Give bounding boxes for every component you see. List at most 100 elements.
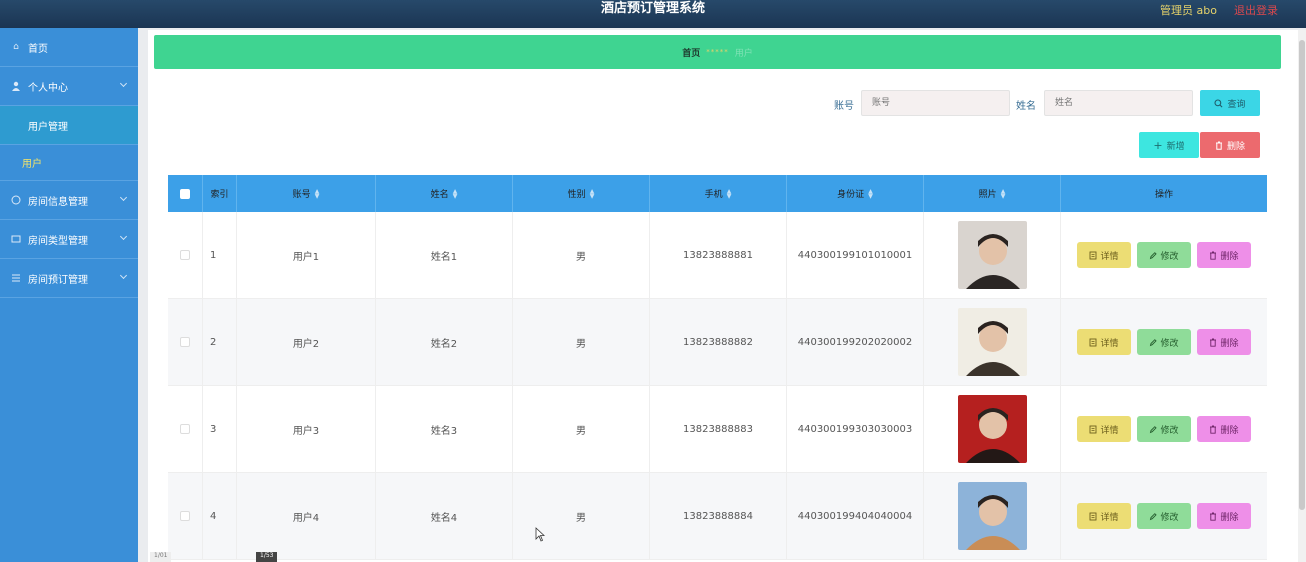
cell-name: 姓名3 — [376, 386, 513, 472]
header-photo-label: 照片 — [978, 190, 997, 200]
detail-button[interactable]: 详情 — [1077, 503, 1131, 529]
sidebar-item-user-management[interactable]: 用户管理 — [0, 106, 138, 145]
edit-button[interactable]: 修改 — [1137, 329, 1191, 355]
cell-name: 姓名1 — [376, 212, 513, 298]
chevron-down-icon — [119, 232, 128, 241]
row-checkbox[interactable] — [180, 424, 190, 434]
sidebar-item-room-type[interactable]: 房间类型管理 — [0, 220, 138, 259]
sidebar-item-home[interactable]: ⌂ 首页 — [0, 28, 138, 67]
user-photo — [957, 482, 1027, 550]
top-bar: 酒店预订管理系统 管理员 abo 退出登录 — [0, 0, 1306, 28]
cell-sex: 男 — [513, 473, 650, 559]
row-checkbox-cell — [168, 299, 203, 385]
cell-idcard: 440300199303030003 — [787, 386, 924, 472]
row-checkbox-cell — [168, 212, 203, 298]
name-search-input[interactable] — [1044, 90, 1193, 116]
delete-button[interactable]: 删除 — [1197, 242, 1251, 268]
logout-link[interactable]: 退出登录 — [1234, 2, 1278, 18]
header-photo[interactable]: 照片 ▲ ▼ — [924, 175, 1061, 212]
document-icon — [1090, 338, 1097, 346]
home-icon: ⌂ — [13, 42, 19, 52]
cell-ops: 详情 修改 删除 — [1061, 299, 1267, 385]
trash-icon — [1210, 251, 1217, 260]
cell-idcard: 440300199404040004 — [787, 473, 924, 559]
user-photo — [957, 221, 1027, 289]
header-account-label: 账号 — [292, 190, 311, 200]
detail-button[interactable]: 详情 — [1077, 416, 1131, 442]
detail-button[interactable]: 详情 — [1077, 242, 1131, 268]
cell-account: 用户1 — [237, 212, 376, 298]
header-phone[interactable]: 手机 ▲ ▼ — [650, 175, 787, 212]
sort-icon: ▲ ▼ — [314, 187, 320, 200]
cell-account: 用户2 — [237, 299, 376, 385]
edit-button[interactable]: 修改 — [1137, 416, 1191, 442]
add-button[interactable]: + 新增 — [1139, 132, 1199, 158]
document-icon — [1090, 425, 1097, 433]
cell-sex: 男 — [513, 299, 650, 385]
header-account[interactable]: 账号 ▲ ▼ — [237, 175, 376, 212]
name-search-label: 姓名 — [1016, 101, 1036, 112]
breadcrumb: 首页 ***** 用户 — [154, 35, 1281, 69]
sidebar-item-room-booking[interactable]: 房间预订管理 — [0, 259, 138, 298]
chevron-down-icon — [119, 193, 128, 202]
sidebar-item-label: 用户 — [22, 159, 42, 170]
detail-button[interactable]: 详情 — [1077, 329, 1131, 355]
sidebar-item-personal-center[interactable]: 个人中心 — [0, 67, 138, 106]
select-all-cell — [168, 175, 203, 212]
cell-phone: 13823888881 — [650, 212, 787, 298]
header-index: 索引 — [203, 175, 237, 212]
header-name-label: 姓名 — [430, 190, 449, 200]
chevron-down-icon — [119, 271, 128, 280]
table-row: 1 用户1 姓名1 男 13823888881 4403001991010100… — [168, 212, 1267, 299]
detail-button-label: 详情 — [1100, 338, 1119, 349]
sidebar-item-users[interactable]: 用户 — [0, 145, 138, 181]
delete-button-label: 删除 — [1220, 338, 1239, 349]
query-button[interactable]: 查询 — [1200, 90, 1260, 116]
query-button-label: 查询 — [1227, 99, 1246, 110]
edit-button[interactable]: 修改 — [1137, 503, 1191, 529]
sort-icon: ▲ ▼ — [589, 187, 595, 200]
table-row: 4 用户4 姓名4 男 13823888884 4403001994040400… — [168, 473, 1267, 560]
header-phone-label: 手机 — [704, 190, 723, 200]
chevron-down-icon — [119, 79, 128, 88]
cell-photo — [924, 386, 1061, 472]
cell-name: 姓名2 — [376, 299, 513, 385]
sidebar-item-label: 房间类型管理 — [28, 235, 88, 247]
select-all-checkbox[interactable] — [180, 188, 190, 199]
cell-index: 4 — [203, 473, 237, 559]
breadcrumb-home[interactable]: 首页 — [682, 46, 700, 59]
row-checkbox-cell — [168, 473, 203, 559]
row-checkbox[interactable] — [180, 511, 190, 521]
account-search-label: 账号 — [834, 101, 854, 112]
row-checkbox[interactable] — [180, 337, 190, 347]
document-icon — [1090, 251, 1097, 259]
sidebar-item-label: 用户管理 — [28, 121, 68, 133]
header-sex[interactable]: 性别 ▲ ▼ — [513, 175, 650, 212]
cell-ops: 详情 修改 删除 — [1061, 212, 1267, 298]
row-checkbox[interactable] — [180, 250, 190, 260]
delete-button[interactable]: 删除 — [1197, 503, 1251, 529]
delete-button[interactable]: 删除 — [1197, 416, 1251, 442]
user-table: 索引 账号 ▲ ▼ 姓名 ▲ ▼ 性别 ▲ ▼ 手机 ▲ ▼ 身份证 ▲ ▼ 照片 ▲ ▼ 操作 1 用… — [168, 175, 1267, 560]
admin-label: 管理员 abo — [1160, 4, 1217, 17]
user-photo — [957, 395, 1027, 463]
sort-icon: ▲ ▼ — [726, 187, 732, 200]
header-idcard[interactable]: 身份证 ▲ ▼ — [787, 175, 924, 212]
cell-ops: 详情 修改 删除 — [1061, 473, 1267, 559]
user-photo — [957, 308, 1027, 376]
user-icon — [10, 80, 22, 92]
sidebar: ⌂ 首页 个人中心 用户管理 用户 房间信息管理 房间类型管理 房间预订管理 — [0, 28, 138, 562]
app-title: 酒店预订管理系统 — [600, 1, 705, 16]
header-name[interactable]: 姓名 ▲ ▼ — [376, 175, 513, 212]
batch-delete-button[interactable]: 删除 — [1200, 132, 1260, 158]
plus-icon: + — [1153, 138, 1163, 152]
account-search-input[interactable] — [861, 90, 1010, 116]
scrollbar-thumb[interactable] — [1299, 40, 1305, 510]
delete-button[interactable]: 删除 — [1197, 329, 1251, 355]
sidebar-item-label: 房间预订管理 — [28, 274, 88, 286]
cell-index: 3 — [203, 386, 237, 472]
sort-icon: ▲ ▼ — [452, 187, 458, 200]
cell-phone: 13823888884 — [650, 473, 787, 559]
edit-button[interactable]: 修改 — [1137, 242, 1191, 268]
sidebar-item-room-info[interactable]: 房间信息管理 — [0, 181, 138, 220]
